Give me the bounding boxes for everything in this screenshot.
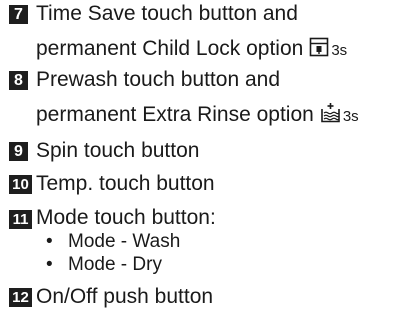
bullet-marker: • xyxy=(46,231,53,252)
item-9-number-badge: 9 xyxy=(9,142,28,161)
item-11-number-badge: 11 xyxy=(9,210,32,229)
item-8-description-line-1: Prewash touch button and xyxy=(36,68,281,91)
item-11-bullet-dry: • Mode - Dry xyxy=(46,254,162,276)
item-7-description-line-1: Time Save touch button and xyxy=(36,2,298,25)
child-lock-icon xyxy=(309,37,329,63)
item-11-description: Mode touch button: xyxy=(36,206,216,229)
item-11-bullet-wash-text: Mode - Wash xyxy=(68,231,181,252)
item-11-bullet-dry-text: Mode - Dry xyxy=(68,254,162,275)
item-8-description-line-2: permanent Extra Rinse option xyxy=(36,103,314,126)
item-8-number-badge: 8 xyxy=(9,71,28,90)
item-7-number-badge: 7 xyxy=(9,5,28,24)
button-legend: 7 Time Save touch button and permanent C… xyxy=(0,0,413,319)
item-7-duration: 3s xyxy=(331,42,348,59)
item-12-description: On/Off push button xyxy=(36,285,214,308)
item-11-bullet-wash: • Mode - Wash xyxy=(46,231,180,253)
item-7-description-line-2-row: permanent Child Lock option 3s xyxy=(36,37,347,63)
item-8-description-line-2-row: permanent Extra Rinse option 3s xyxy=(36,102,359,129)
item-7-description-line-2: permanent Child Lock option xyxy=(36,37,304,60)
item-10-number-badge: 10 xyxy=(9,175,32,194)
item-9-description: Spin touch button xyxy=(36,139,200,162)
extra-rinse-icon xyxy=(320,102,341,129)
item-12-number-badge: 12 xyxy=(9,288,32,307)
bullet-marker: • xyxy=(46,254,53,275)
item-10-description: Temp. touch button xyxy=(36,172,215,195)
item-8-duration: 3s xyxy=(342,108,359,125)
